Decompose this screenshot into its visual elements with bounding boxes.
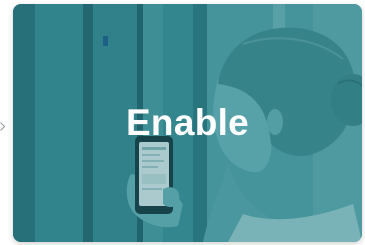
card-title: Enable (125, 102, 250, 143)
enable-card[interactable]: Enable (13, 4, 362, 242)
chevron-right-icon[interactable] (0, 122, 5, 131)
